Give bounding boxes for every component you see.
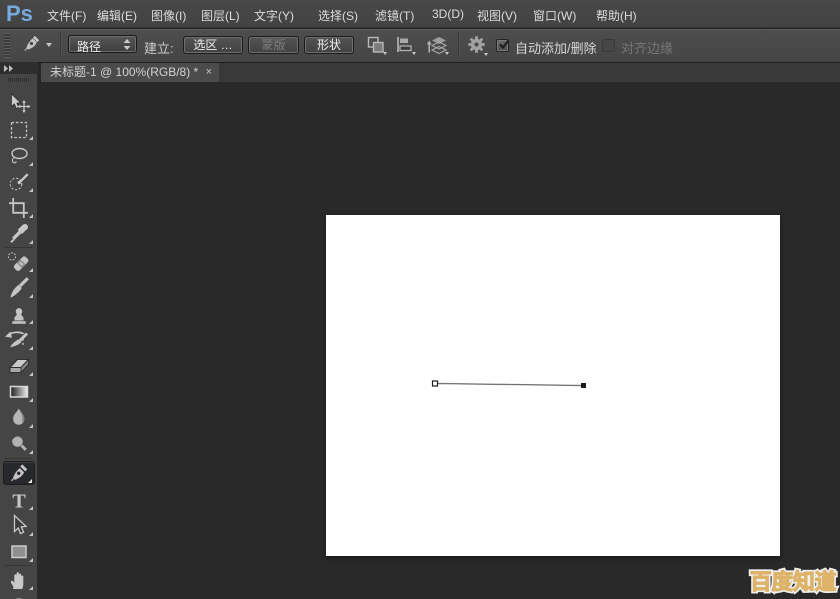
svg-text:T: T bbox=[12, 490, 26, 512]
